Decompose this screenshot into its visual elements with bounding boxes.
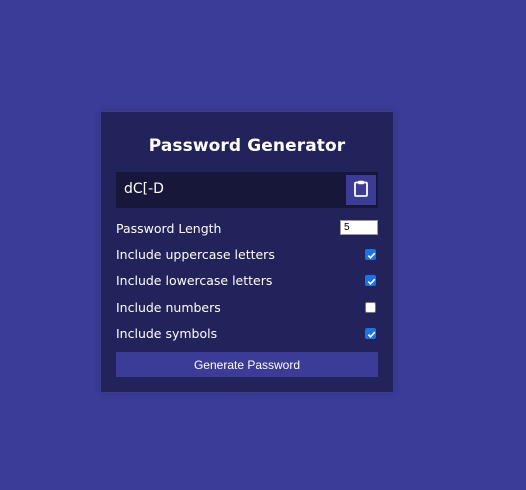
length-input[interactable]	[340, 220, 378, 235]
copy-button[interactable]	[346, 175, 376, 205]
setting-lowercase: Include lowercase letters	[116, 273, 378, 289]
page-title: Password Generator	[148, 136, 346, 156]
password-result: dC[-D	[124, 181, 164, 197]
setting-label: Password Length	[116, 221, 222, 236]
setting-numbers: Include numbers	[116, 300, 378, 316]
setting-label: Include lowercase letters	[116, 273, 273, 288]
setting-length: Password Length	[116, 220, 378, 237]
setting-uppercase: Include uppercase letters	[116, 247, 378, 263]
generate-button[interactable]: Generate Password	[116, 352, 378, 377]
clipboard-icon	[354, 180, 368, 201]
symbols-checkbox[interactable]	[365, 328, 376, 339]
setting-symbols: Include symbols	[116, 326, 378, 342]
result-container: dC[-D	[116, 172, 378, 208]
setting-label: Include uppercase letters	[116, 247, 275, 262]
lowercase-checkbox[interactable]	[365, 275, 376, 286]
setting-label: Include numbers	[116, 300, 221, 315]
uppercase-checkbox[interactable]	[365, 249, 376, 260]
password-generator-card: Password Generator dC[-D Password Length…	[101, 112, 393, 392]
setting-label: Include symbols	[116, 326, 218, 341]
numbers-checkbox[interactable]	[365, 302, 376, 313]
